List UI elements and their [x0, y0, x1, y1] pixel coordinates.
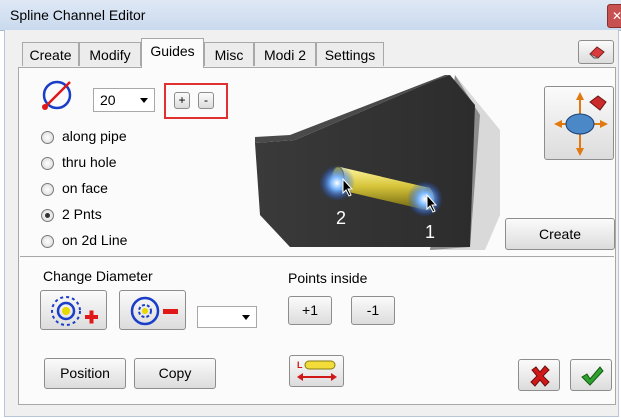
tab-label: Settings [324, 47, 376, 63]
diameter-value-select[interactable] [197, 306, 257, 328]
copy-button-label: Copy [158, 365, 192, 381]
points-minus-label: -1 [366, 302, 380, 318]
point-marker-1[interactable] [407, 181, 443, 217]
ok-button[interactable] [570, 359, 612, 391]
point-label-2: 2 [336, 208, 347, 228]
create-button-label: Create [538, 226, 582, 242]
radio-2-pnts[interactable] [41, 209, 54, 222]
count-select[interactable]: 20 [93, 88, 155, 112]
count-select-value: 20 [100, 92, 116, 108]
position-button[interactable]: Position [44, 358, 126, 389]
circle-diameter-icon [40, 78, 74, 115]
points-plus-label: +1 [302, 302, 318, 318]
tab-label: Create [29, 47, 72, 63]
tab-create[interactable]: Create [22, 42, 79, 66]
points-plus-one-button[interactable]: +1 [288, 296, 332, 325]
tab-modi-2[interactable]: Modi 2 [254, 42, 316, 66]
title-bar: Spline Channel Editor ✕ [0, 0, 621, 31]
diameter-plus-button[interactable] [40, 290, 107, 330]
radio-on-face[interactable] [41, 183, 54, 196]
navigate-gizmo-icon [554, 92, 608, 159]
tab-guides[interactable]: Guides [141, 38, 204, 68]
separator [20, 256, 614, 260]
diameter-plus-icon [46, 294, 102, 331]
tab-modify[interactable]: Modify [79, 42, 141, 66]
create-button[interactable]: Create [505, 218, 615, 250]
radio-label-on-face: on face [62, 180, 108, 196]
radio-label-2-pnts: 2 Pnts [62, 206, 102, 222]
tab-label: Modi 2 [263, 47, 307, 63]
tab-label: Modify [89, 47, 131, 63]
diameter-minus-icon [125, 294, 181, 331]
increment-minus-button[interactable]: - [198, 92, 214, 109]
change-diameter-label: Change Diameter [43, 268, 153, 284]
length-button[interactable]: L [289, 355, 344, 387]
eraser-icon [588, 44, 606, 63]
copy-button[interactable]: Copy [134, 358, 216, 389]
navigate-gizmo-button[interactable] [544, 86, 614, 160]
radio-on-2d-line[interactable] [41, 235, 54, 248]
eraser-button[interactable] [578, 40, 614, 64]
diameter-minus-button[interactable] [119, 290, 186, 330]
chevron-down-icon [242, 315, 250, 320]
minus-label: - [204, 93, 208, 107]
preview-viewport [255, 75, 500, 253]
radio-label-along-pipe: along pipe [62, 128, 127, 144]
radio-along-pipe[interactable] [41, 131, 54, 144]
tab-settings[interactable]: Settings [316, 42, 384, 66]
point-label-1: 1 [425, 222, 436, 242]
ok-icon [580, 365, 604, 390]
tab-misc[interactable]: Misc [204, 42, 254, 66]
points-minus-one-button[interactable]: -1 [351, 296, 395, 325]
position-button-label: Position [60, 365, 110, 381]
radio-thru-hole[interactable] [41, 157, 54, 170]
cancel-button[interactable] [518, 359, 560, 391]
radio-label-on-2d-line: on 2d Line [62, 232, 128, 248]
points-inside-label: Points inside [288, 270, 368, 286]
svg-text:L: L [297, 360, 303, 370]
radio-label-thru-hole: thru hole [62, 154, 117, 170]
tab-label: Guides [150, 43, 195, 59]
plus-label: + [178, 93, 186, 107]
increment-plus-button[interactable]: + [174, 92, 190, 109]
tab-label: Misc [214, 47, 244, 63]
chevron-down-icon [140, 98, 148, 103]
length-ruler-icon: L [295, 359, 339, 386]
cancel-icon [529, 365, 551, 390]
close-window-button[interactable]: ✕ [607, 4, 621, 28]
window-title: Spline Channel Editor [10, 7, 146, 23]
